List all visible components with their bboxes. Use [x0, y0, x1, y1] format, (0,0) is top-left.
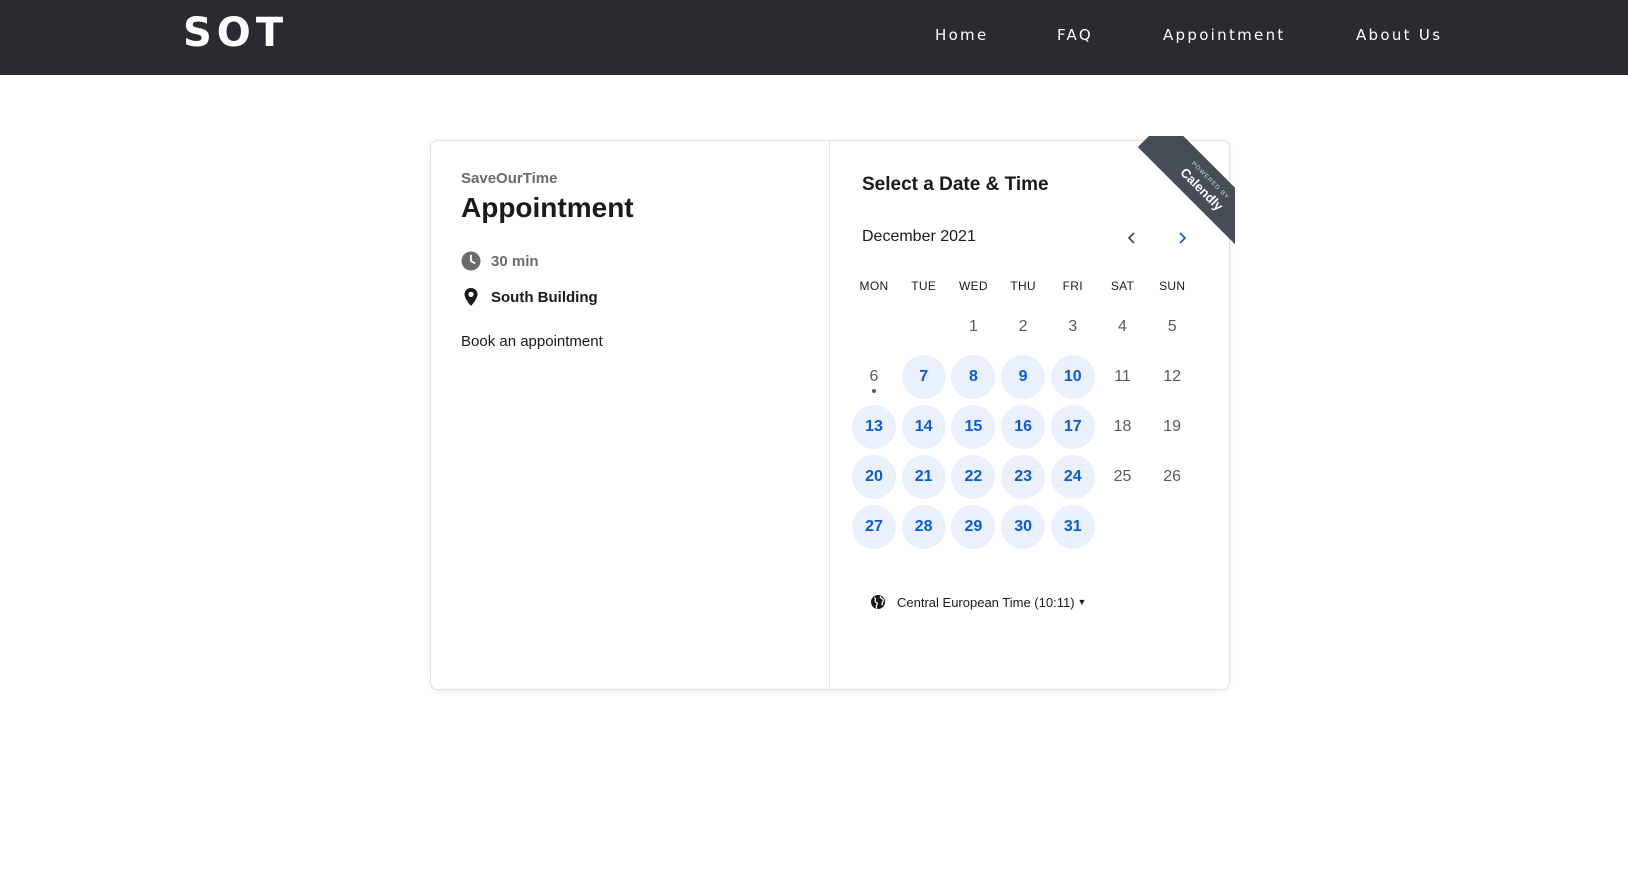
event-location: South Building — [461, 286, 598, 308]
weekday-header-row: MON TUE WED THU FRI SAT SUN — [852, 279, 1212, 295]
calendar-day-6: 6 — [852, 355, 896, 399]
calendar-day-15[interactable]: 15 — [951, 405, 996, 449]
weekday-label-thu: THU — [1010, 279, 1036, 293]
calendar-day-25: 25 — [1113, 468, 1132, 485]
weekday-label-wed: WED — [958, 279, 988, 293]
location-text: South Building — [491, 288, 598, 306]
calendar-day-2: 2 — [1018, 318, 1028, 335]
duration-text: 30 min — [491, 252, 539, 270]
calendar-day-11: 11 — [1114, 368, 1131, 385]
caret-down-icon: ▼ — [1077, 597, 1087, 607]
event-title: Appointment — [461, 192, 634, 223]
calendar-day-7[interactable]: 7 — [901, 355, 946, 399]
nav-faq-link[interactable]: FAQ — [1057, 26, 1093, 44]
calendar-day-28[interactable]: 28 — [901, 505, 946, 549]
calendar-day-14[interactable]: 14 — [901, 405, 946, 449]
calendar-day-20[interactable]: 20 — [852, 455, 896, 499]
event-duration: 30 min — [461, 250, 539, 272]
nav-home-link[interactable]: Home — [935, 26, 989, 44]
calendar-day-8[interactable]: 8 — [951, 355, 996, 399]
scheduling-widget: SaveOurTime Appointment 30 min South Bui… — [430, 140, 1230, 690]
powered-by-calendly-badge[interactable]: POWERED BY Calendly — [1125, 136, 1235, 246]
calendar-day-18: 18 — [1113, 418, 1132, 435]
calendar-day-12: 12 — [1163, 368, 1182, 385]
calendar-day-9[interactable]: 9 — [1001, 355, 1046, 399]
calendar-day-19: 19 — [1163, 418, 1182, 435]
weekday-label-sat: SAT — [1110, 279, 1135, 293]
weekday-label-mon: MON — [859, 279, 889, 293]
date-picker-heading: Select a Date & Time — [862, 174, 1049, 195]
timezone-label: Central European Time (10:11) — [897, 594, 1075, 610]
calendar-day-21[interactable]: 21 — [901, 455, 946, 499]
weekday-label-tue: TUE — [911, 279, 937, 293]
calendar-day-31[interactable]: 31 — [1050, 505, 1095, 549]
calendar-day-3: 3 — [1068, 318, 1078, 335]
calendar-day-4: 4 — [1118, 318, 1127, 335]
globe-icon — [870, 594, 886, 610]
clock-icon — [461, 251, 481, 271]
calendar-day-24[interactable]: 24 — [1050, 455, 1095, 499]
weekday-label-sun: SUN — [1159, 279, 1186, 293]
timezone-selector[interactable]: Central European Time (10:11) ▼ — [870, 592, 1086, 612]
calendar-day-26: 26 — [1163, 468, 1182, 485]
top-navbar: SOT Home FAQ Appointment About Us — [0, 0, 1628, 75]
nav-appointment-link[interactable]: Appointment — [1163, 26, 1286, 44]
calendar-day-22[interactable]: 22 — [951, 455, 996, 499]
event-description: Book an appointment — [461, 333, 603, 350]
calendar-day-13[interactable]: 13 — [852, 405, 896, 449]
calendar-day-1: 1 — [968, 318, 978, 335]
calendar-day-23[interactable]: 23 — [1001, 455, 1046, 499]
current-month-label: December 2021 — [862, 228, 976, 245]
calendly-ribbon: POWERED BY Calendly — [1137, 136, 1235, 246]
weekday-label-fri: FRI — [1062, 279, 1083, 293]
organization-name: SaveOurTime — [461, 170, 558, 187]
calendar-day-16[interactable]: 16 — [1001, 405, 1046, 449]
calendar-day-27[interactable]: 27 — [852, 505, 896, 549]
calendar-day-grid: 1 2 3 4 5 6 7 8 9 10 11 12 13 14 15 16 17 18 19 20 21 22 23 24 2… — [852, 305, 1212, 575]
nav-about-us-link[interactable]: About Us — [1356, 26, 1442, 44]
calendar-day-29[interactable]: 29 — [951, 505, 996, 549]
calendar-day-5: 5 — [1167, 318, 1177, 335]
calendar-day-10[interactable]: 10 — [1050, 355, 1095, 399]
location-pin-icon — [461, 287, 481, 307]
main-nav: Home FAQ Appointment About Us — [0, 26, 1628, 46]
calendar-day-17[interactable]: 17 — [1050, 405, 1095, 449]
event-details-pane: SaveOurTime Appointment 30 min South Bui… — [431, 141, 830, 689]
calendar-day-30[interactable]: 30 — [1001, 505, 1046, 549]
